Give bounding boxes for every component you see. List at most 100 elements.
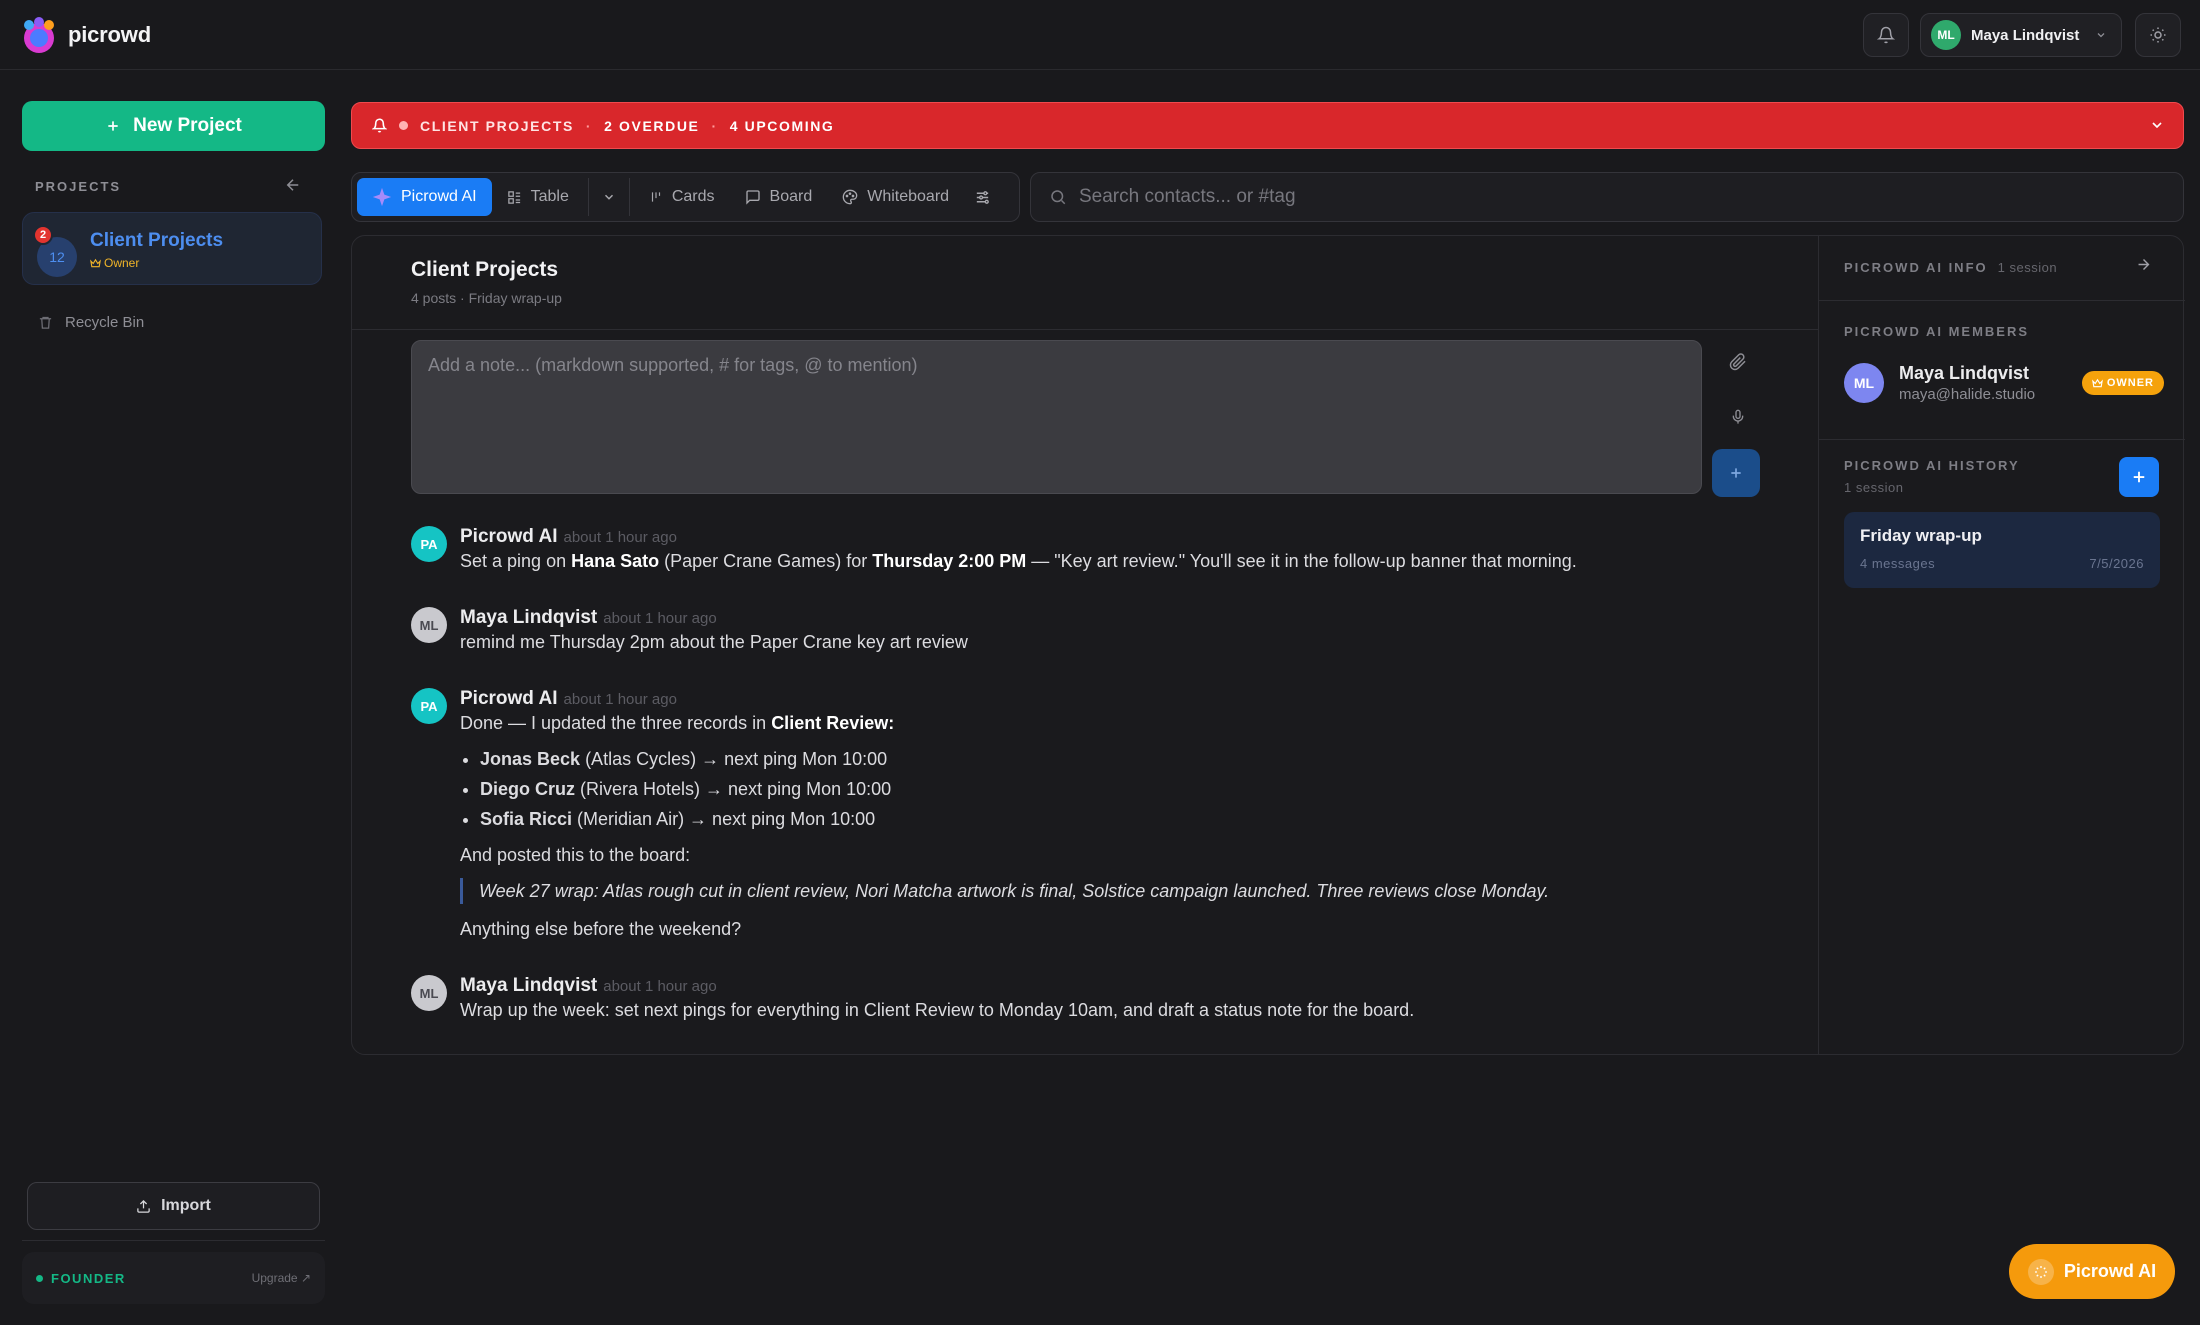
recycle-bin-link[interactable]: Recycle Bin xyxy=(38,314,144,331)
tab-picrowd-ai[interactable]: Picrowd AI xyxy=(357,178,492,216)
history-count: 1 session xyxy=(1844,480,1904,495)
member-name: Maya Lindqvist xyxy=(1899,363,2030,383)
chevron-down-icon[interactable] xyxy=(2149,117,2165,133)
message-author: Picrowd AI xyxy=(460,526,558,547)
tab-whiteboard[interactable]: Whiteboard xyxy=(827,178,964,216)
theme-toggle-button[interactable] xyxy=(2135,13,2181,57)
user-menu[interactable]: ML Maya Lindqvist xyxy=(1920,13,2122,57)
views-dropdown-button[interactable] xyxy=(593,178,625,216)
message-body: remind me Thursday 2pm about the Paper C… xyxy=(460,632,968,652)
message-item: ML Maya Lindqvist about 1 hour ago Wrap u… xyxy=(411,975,1791,1023)
message-text: (Paper Crane Games) for xyxy=(659,551,873,571)
search-input[interactable] xyxy=(1079,186,2079,208)
list-item-text: (Rivera Hotels) → next ping Mon 10:00 xyxy=(575,779,892,799)
chevron-down-icon xyxy=(604,194,613,200)
member-avatar: ML xyxy=(1844,363,1884,403)
tab-divider xyxy=(628,178,630,216)
project-role-label: Owner xyxy=(104,256,140,270)
info-divider xyxy=(1819,300,2185,301)
crown-icon xyxy=(90,258,101,267)
message-list: Jonas Beck (Atlas Cycles) → next ping Mo… xyxy=(480,744,1549,834)
message-author: Maya Lindqvist xyxy=(460,607,598,628)
tab-table[interactable]: Table xyxy=(492,178,584,216)
alert-separator: · xyxy=(711,117,718,134)
message-body: Done — I updated the three records in Cl… xyxy=(460,710,1549,736)
attach-button[interactable] xyxy=(1722,346,1754,378)
message-text: And posted this to the board: xyxy=(460,845,691,865)
message-time: about 1 hour ago xyxy=(603,978,717,995)
message-text: Done — I updated the three records in xyxy=(460,713,772,733)
owner-badge-label: OWNER xyxy=(2106,377,2154,389)
member-email: maya@halide.studio xyxy=(1899,386,2036,403)
list-item-text: (Atlas Cycles) → next ping Mon 10:00 xyxy=(580,749,888,769)
members-label: PICROWD AI MEMBERS xyxy=(1844,324,2030,339)
recycle-bin-label: Recycle Bin xyxy=(65,314,145,331)
message-item: ML Maya Lindqvist about 1 hour ago remind… xyxy=(411,607,1791,655)
note-input[interactable] xyxy=(428,355,1685,479)
message-body: Wrap up the week: set next pings for eve… xyxy=(460,1000,1415,1020)
session-message-count: 4 messages xyxy=(1860,556,1936,571)
message-avatar: PA xyxy=(411,526,447,562)
alert-dot xyxy=(399,121,408,130)
table-icon xyxy=(507,190,520,204)
tab-label: Cards xyxy=(671,188,715,205)
message-time: about 1 hour ago xyxy=(563,691,677,708)
owner-badge: OWNER xyxy=(2081,371,2164,395)
app-name: picrowd xyxy=(68,22,151,47)
panel-subtitle: 4 posts · Friday wrap-up xyxy=(411,290,562,306)
main-panel: Client Projects 4 posts · Friday wrap-up… xyxy=(351,235,2185,1055)
upgrade-link[interactable]: Upgrade ↗ xyxy=(252,1271,311,1285)
tab-label: Whiteboard xyxy=(867,188,950,205)
session-item[interactable]: Friday wrap-up 4 messages 7/5/2026 xyxy=(1844,512,2160,588)
sparkle-icon xyxy=(372,187,392,207)
list-item: Sofia Ricci (Meridian Air) → next ping M… xyxy=(480,804,1549,834)
plus-icon xyxy=(108,121,118,131)
notifications-button[interactable] xyxy=(1863,13,1909,57)
tab-board[interactable]: Board xyxy=(730,178,828,216)
alert-separator: · xyxy=(585,117,593,134)
project-title: Client Projects xyxy=(90,230,224,251)
picrowd-ai-fab[interactable]: Picrowd AI xyxy=(2009,1244,2175,1299)
chevron-down-icon xyxy=(2097,33,2105,38)
new-project-button[interactable]: New Project xyxy=(22,101,325,151)
search-icon xyxy=(1051,190,1066,205)
info-sidebar: PICROWD AI INFO 1 session PICROWD AI MEM… xyxy=(1818,236,2185,1054)
tab-label: Picrowd AI xyxy=(401,188,477,205)
message-avatar: ML xyxy=(411,975,447,1011)
message-bold: Thursday 2:00 PM xyxy=(872,551,1027,571)
app-logo[interactable]: picrowd xyxy=(20,16,151,54)
message-avatar: ML xyxy=(411,607,447,643)
message-body: Set a ping on Hana Sato (Paper Crane Gam… xyxy=(460,548,1577,574)
tab-cards[interactable]: Cards xyxy=(634,178,730,216)
plan-status-dot xyxy=(36,1274,43,1282)
plan-card: FOUNDER Upgrade ↗ xyxy=(22,1252,325,1304)
plan-label: FOUNDER xyxy=(36,1271,126,1286)
message-text: — "Key art review." You'll see it in the… xyxy=(1026,551,1577,571)
collapse-sidebar-button[interactable] xyxy=(284,176,302,194)
user-avatar: ML xyxy=(1931,20,1961,50)
arrow-left-icon xyxy=(286,179,299,191)
alert-overdue: 2 OVERDUE xyxy=(604,117,700,134)
import-button[interactable]: Import xyxy=(27,1182,320,1230)
project-item-client-projects[interactable]: 12 2 Client Projects Owner xyxy=(22,212,322,285)
message-avatar: PA xyxy=(411,688,447,724)
sliders-icon xyxy=(976,190,989,204)
followup-alert-banner[interactable]: CLIENT PROJECTS · 2 OVERDUE · 4 UPCOMING xyxy=(351,102,2184,149)
trash-icon xyxy=(39,316,52,329)
bell-icon xyxy=(372,118,387,133)
message-text: Set a ping on xyxy=(460,551,572,571)
plan-name: FOUNDER xyxy=(51,1270,126,1286)
import-label: Import xyxy=(161,1197,211,1214)
session-date: 7/5/2026 xyxy=(2089,556,2144,571)
projects-section-label: PROJECTS xyxy=(35,179,122,194)
member-row[interactable]: ML Maya Lindqvist maya@halide.studio OWN… xyxy=(1844,363,2164,403)
voice-input-button[interactable] xyxy=(1722,401,1754,433)
panel-title: Client Projects xyxy=(411,258,559,281)
new-session-button[interactable] xyxy=(2119,457,2159,497)
panel-header: Client Projects 4 posts · Friday wrap-up xyxy=(352,236,1818,330)
open-info-button[interactable] xyxy=(2135,256,2152,273)
message-time: about 1 hour ago xyxy=(563,529,677,546)
view-settings-button[interactable] xyxy=(964,178,1001,216)
message-colon: : xyxy=(888,713,895,733)
add-note-button[interactable] xyxy=(1712,449,1760,497)
